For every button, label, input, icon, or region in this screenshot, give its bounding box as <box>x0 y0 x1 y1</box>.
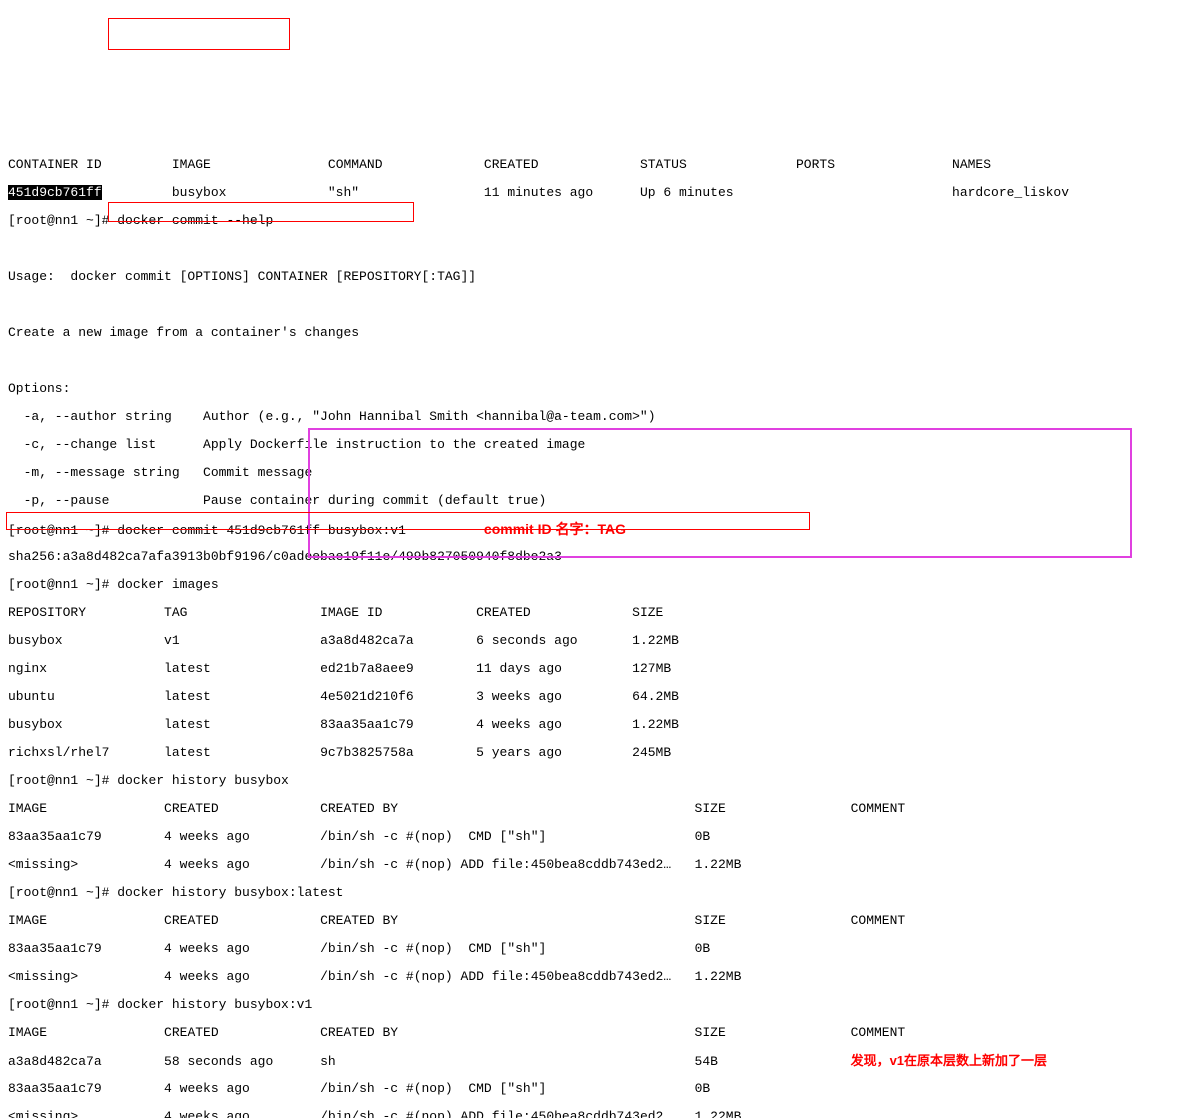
desc-line: Create a new image from a container's ch… <box>8 326 1176 340</box>
ps-row: 451d9cb761ff busybox "sh" 11 minutes ago… <box>8 186 1176 200</box>
shell-command: docker commit --help <box>117 213 273 228</box>
history-row-3b: 83aa35aa1c79 4 weeks ago /bin/sh -c #(no… <box>8 1082 1176 1096</box>
shell-prompt: [root@nn1 ~]# <box>8 213 109 228</box>
options-header: Options: <box>8 382 1176 396</box>
images-header: REPOSITORY TAG IMAGE ID CREATED SIZE <box>8 606 1176 620</box>
images-row-2: nginx latest ed21b7a8aee9 11 days ago 12… <box>8 662 1176 676</box>
col-names: NAMES <box>952 157 991 172</box>
images-row-4: busybox latest 83aa35aa1c79 4 weeks ago … <box>8 718 1176 732</box>
shell-command: docker history busybox:v1 <box>117 997 312 1012</box>
col-image: IMAGE <box>172 157 211 172</box>
shell-prompt: [root@nn1 ~]# <box>8 997 109 1012</box>
history-row-2b: <missing> 4 weeks ago /bin/sh -c #(nop) … <box>8 970 1176 984</box>
images-row-1: busybox v1 a3a8d482ca7a 6 seconds ago 1.… <box>8 634 1176 648</box>
prompt-line-2[interactable]: [root@nn1 ~]# docker commit 451d9cb761ff… <box>8 522 1176 536</box>
prompt-line-4[interactable]: [root@nn1 ~]# docker history busybox <box>8 774 1176 788</box>
col-ports: PORTS <box>796 157 835 172</box>
prompt-line-3[interactable]: [root@nn1 ~]# docker images <box>8 578 1176 592</box>
shell-prompt: [root@nn1 ~]# <box>8 885 109 900</box>
shell-prompt: [root@nn1 ~]# <box>8 577 109 592</box>
history-row-1b: <missing> 4 weeks ago /bin/sh -c #(nop) … <box>8 858 1176 872</box>
history-row-1a: 83aa35aa1c79 4 weeks ago /bin/sh -c #(no… <box>8 830 1176 844</box>
cell-status: Up 6 minutes <box>640 185 734 200</box>
option-author: -a, --author string Author (e.g., "John … <box>8 410 1176 424</box>
shell-command: docker images <box>117 577 218 592</box>
history-header-2: IMAGE CREATED CREATED BY SIZE COMMENT <box>8 914 1176 928</box>
history-header-3: IMAGE CREATED CREATED BY SIZE COMMENT <box>8 1026 1176 1040</box>
col-created: CREATED <box>484 157 539 172</box>
shell-command: docker commit 451d9cb761ff busybox:v1 <box>117 523 406 538</box>
prompt-line-5[interactable]: [root@nn1 ~]# docker history busybox:lat… <box>8 886 1176 900</box>
col-container-id: CONTAINER ID <box>8 157 102 172</box>
annotation-new-layer: 发现，v1在原本层数上新加了一层 <box>851 1053 1047 1068</box>
shell-prompt: [root@nn1 ~]# <box>8 773 109 788</box>
history-header-1: IMAGE CREATED CREATED BY SIZE COMMENT <box>8 802 1176 816</box>
option-message: -m, --message string Commit message <box>8 466 1176 480</box>
shell-command: docker history busybox <box>117 773 289 788</box>
history-row-3c: <missing> 4 weeks ago /bin/sh -c #(nop) … <box>8 1110 1176 1118</box>
option-pause: -p, --pause Pause container during commi… <box>8 494 1176 508</box>
images-row-3: ubuntu latest 4e5021d210f6 3 weeks ago 6… <box>8 690 1176 704</box>
cell-container-id: 451d9cb761ff <box>8 185 102 200</box>
history-row-3a: a3a8d482ca7a 58 seconds ago sh 54B 发现，v1… <box>8 1054 1176 1068</box>
annotation-commit-tag: commit ID 名字：TAG <box>484 521 626 537</box>
prompt-line-6[interactable]: [root@nn1 ~]# docker history busybox:v1 <box>8 998 1176 1012</box>
shell-command: docker history busybox:latest <box>117 885 343 900</box>
col-command: COMMAND <box>328 157 383 172</box>
cell-image: busybox <box>172 185 227 200</box>
shell-prompt: [root@nn1 ~]# <box>8 523 109 538</box>
images-row-5: richxsl/rhel7 latest 9c7b3825758a 5 year… <box>8 746 1176 760</box>
cell-names: hardcore_liskov <box>952 185 1069 200</box>
history-row-2a: 83aa35aa1c79 4 weeks ago /bin/sh -c #(no… <box>8 942 1176 956</box>
cell-command: "sh" <box>328 185 359 200</box>
col-status: STATUS <box>640 157 687 172</box>
sha-output: sha256:a3a8d482ca7afa3913b0bf9196/c0adee… <box>8 550 1176 564</box>
ps-header: CONTAINER ID IMAGE COMMAND CREATED STATU… <box>8 158 1176 172</box>
option-change: -c, --change list Apply Dockerfile instr… <box>8 438 1176 452</box>
highlight-box-commit-help <box>108 18 290 50</box>
prompt-line-1[interactable]: [root@nn1 ~]# docker commit --help <box>8 214 1176 228</box>
cell-created: 11 minutes ago <box>484 185 593 200</box>
usage-line: Usage: docker commit [OPTIONS] CONTAINER… <box>8 270 1176 284</box>
